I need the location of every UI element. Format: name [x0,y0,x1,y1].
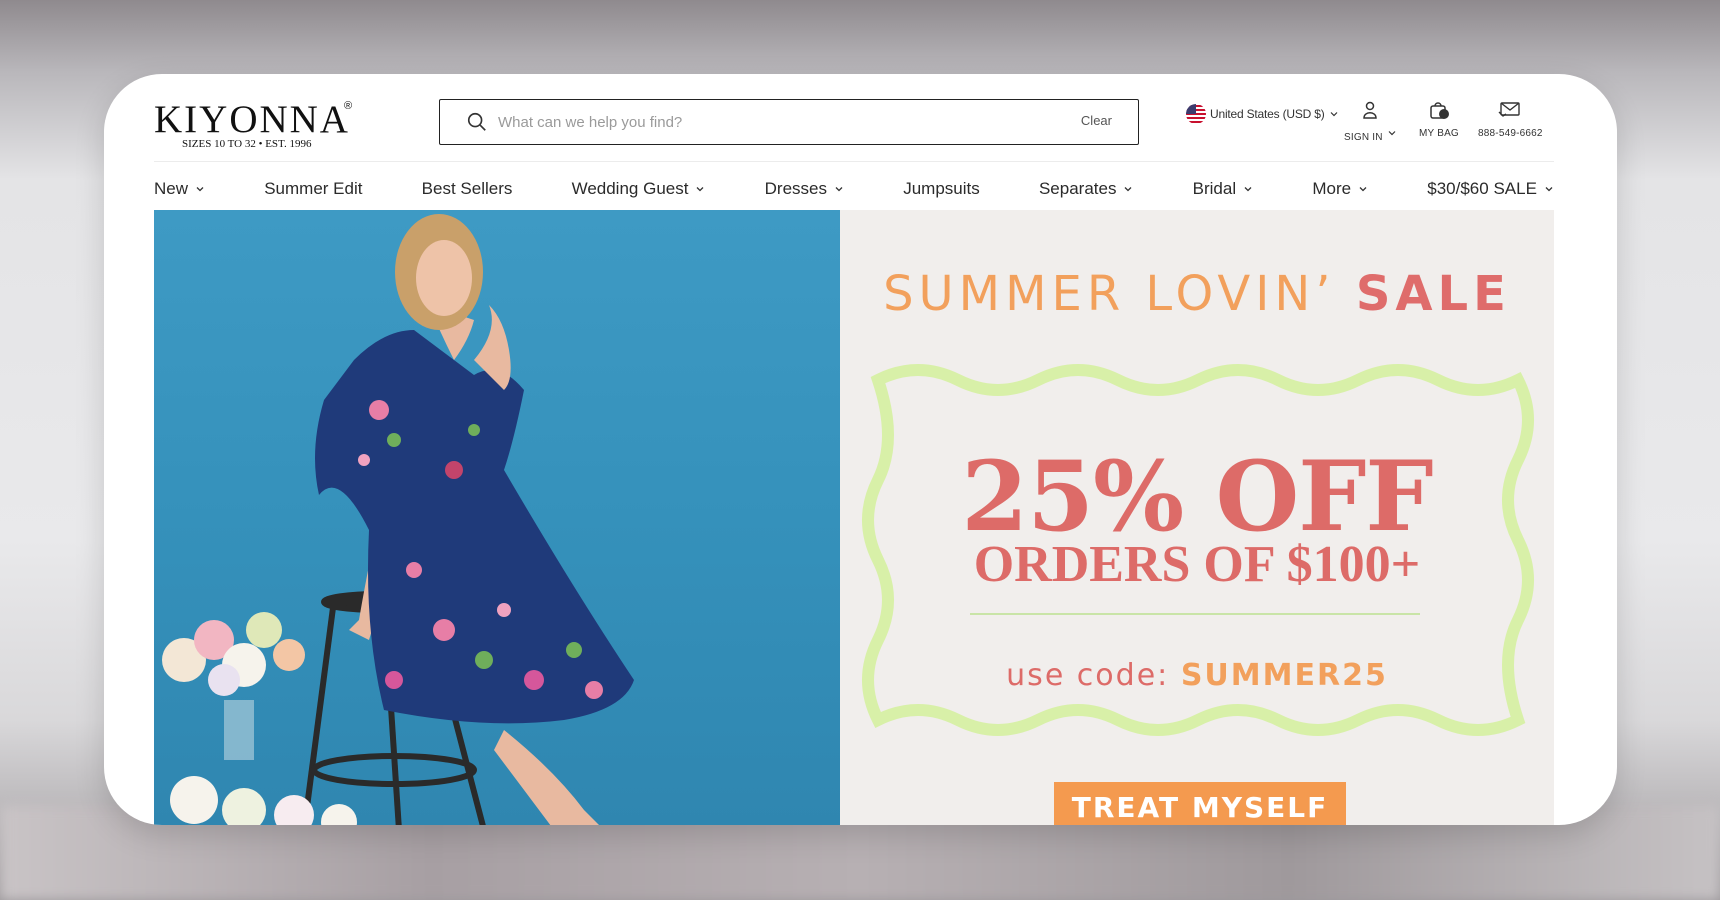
hero-model-photo[interactable] [154,210,840,825]
logo-wordmark: KIYONNA [154,98,350,141]
sign-in-button[interactable]: SIGN IN [1344,100,1397,146]
search-input[interactable] [498,106,1038,138]
nav-label: Wedding Guest [571,179,689,198]
bag-count: 0 [1442,111,1447,119]
nav-label: More [1312,179,1352,198]
promo-headline: SUMMER LOVIN’ SALE [840,266,1554,322]
nav-label: Best Sellers [421,179,513,198]
nav-item-summer-edit[interactable]: Summer Edit [264,179,362,199]
nav-label: Jumpsuits [903,179,980,198]
treat-myself-button[interactable]: TREAT MYSELF [1054,782,1346,825]
logo[interactable]: KIYONNA ® SIZES 10 TO 32 • EST. 1996 [154,98,354,151]
promo-headline-part2: SALE [1355,266,1511,322]
nav-item-best-sellers[interactable]: Best Sellers [422,179,513,199]
header-divider [154,161,1554,162]
nav-item-bridal[interactable]: Bridal [1193,179,1253,199]
chevron-down-icon [1244,187,1252,192]
chevron-down-icon [1545,187,1553,192]
chevron-down-icon [196,187,204,192]
my-bag-label: MY BAG [1419,128,1459,139]
logo-registered-mark: ® [344,100,353,112]
model-illustration [162,214,634,825]
nav-item-sale[interactable]: $30/$60 SALE [1427,179,1554,199]
region-label: United States (USD $) [1210,107,1325,121]
nav-label: $30/$60 SALE [1427,179,1537,198]
sign-in-label: SIGN IN [1344,131,1383,143]
nav-item-wedding-guest[interactable]: Wedding Guest [572,179,706,199]
region-selector[interactable]: United States (USD $) [1186,104,1339,124]
phone-mail-icon [1498,102,1521,117]
logo-tagline: SIZES 10 TO 32 • EST. 1996 [182,138,312,150]
user-icon [1363,101,1378,119]
browser-card: KIYONNA ® SIZES 10 TO 32 • EST. 1996 Cle… [104,74,1617,825]
chevron-down-icon [835,187,843,192]
clear-search-button[interactable]: Clear [1081,113,1112,128]
nav-label: New [154,179,189,198]
phone-number: 888-549-6662 [1478,128,1543,139]
contact-phone-link[interactable]: 888-549-6662 [1478,100,1543,139]
bag-icon: 0 [1430,102,1449,120]
nav-item-dresses[interactable]: Dresses [765,179,844,199]
chevron-down-icon [696,187,704,192]
nav-label: Separates [1038,179,1117,198]
nav-label: Summer Edit [264,179,363,198]
search-bar: Clear [439,99,1139,145]
main-nav: New Summer Edit Best Sellers Wedding Gue… [154,174,1554,204]
chevron-down-icon [1124,187,1132,192]
chevron-down-icon [1388,131,1396,136]
nav-label: Dresses [764,179,828,198]
promo-panel: SUMMER LOVIN’ SALE 25% OFF ORDERS OF $10… [840,210,1554,825]
promo-code-line: use code: SUMMER25 [840,658,1554,693]
my-bag-button[interactable]: 0 MY BAG [1419,100,1459,139]
promo-divider [970,613,1420,615]
promo-code-value: SUMMER25 [1180,658,1388,693]
nav-item-jumpsuits[interactable]: Jumpsuits [903,179,980,199]
nav-item-separates[interactable]: Separates [1039,179,1134,199]
chevron-down-icon [1359,187,1367,192]
promo-minimum: ORDERS OF $100+ [973,536,1421,593]
promo-headline-part1: SUMMER LOVIN’ [883,266,1336,322]
nav-item-new[interactable]: New [154,179,205,199]
chevron-down-icon [1330,112,1337,117]
us-flag-icon [1186,104,1206,124]
nav-item-more[interactable]: More [1312,179,1368,199]
nav-label: Bridal [1192,179,1237,198]
promo-code-label: use code: [1006,658,1170,693]
search-icon[interactable] [466,111,488,133]
